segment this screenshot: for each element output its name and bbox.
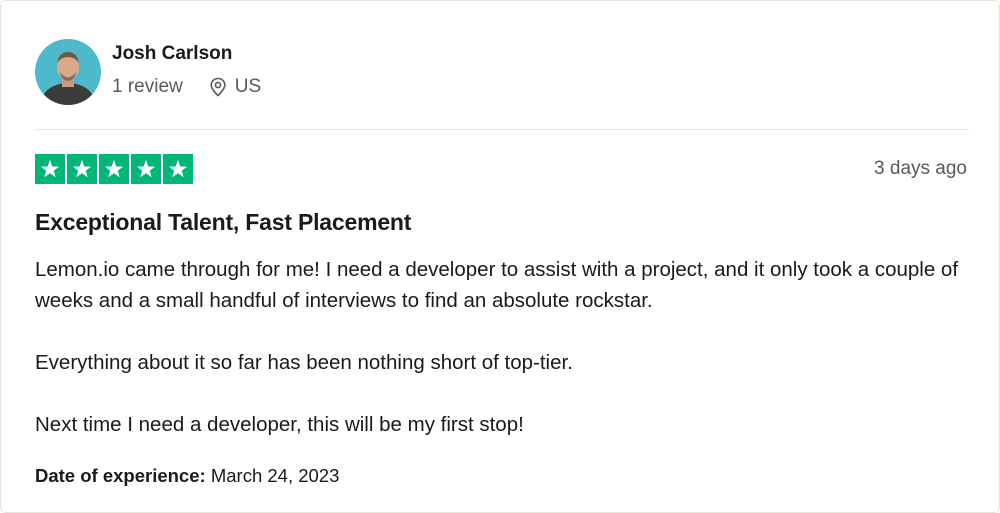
star-rating [35,154,193,184]
review-paragraph: Next time I need a developer, this will … [35,413,524,436]
reviewer-location: US [234,76,262,97]
review-paragraph: Lemon.io came through for me! I need a d… [35,258,959,312]
review-date: 3 days ago [874,158,967,179]
review-count: 1 review [112,76,183,97]
divider [35,129,969,130]
experience-date: March 24, 2023 [210,465,340,486]
review-card: Josh Carlson 1 review US 3 days ago Exce… [0,0,1000,513]
star-icon [67,154,97,184]
star-icon [163,154,193,184]
reviewer-meta: 1 review US [112,76,261,98]
experience-label: Date of experience: [35,465,206,486]
reviewer-name[interactable]: Josh Carlson [112,43,232,65]
review-title[interactable]: Exceptional Talent, Fast Placement [35,209,411,236]
location-pin-icon [209,77,227,97]
avatar[interactable] [35,39,101,105]
star-icon [35,154,65,184]
review-paragraph: Everything about it so far has been noth… [35,351,573,374]
star-icon [131,154,161,184]
review-body: Lemon.io came through for me! I need a d… [35,254,975,440]
date-of-experience: Date of experience: March 24, 2023 [35,465,339,487]
star-icon [99,154,129,184]
